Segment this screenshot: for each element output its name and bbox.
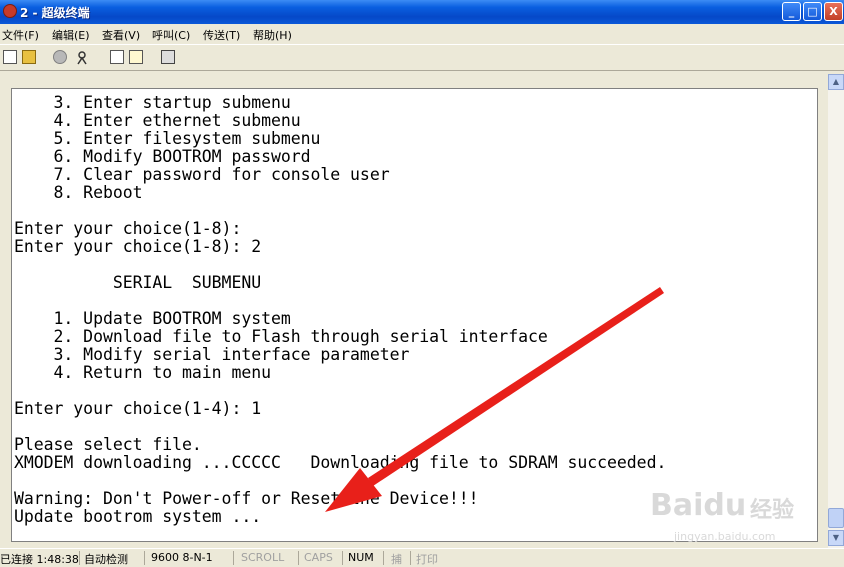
status-divider: [233, 551, 234, 565]
status-divider: [144, 551, 145, 565]
status-divider: [383, 551, 384, 565]
status-params: 9600 8-N-1: [151, 551, 213, 564]
status-divider: [342, 551, 343, 565]
status-num: NUM: [348, 551, 374, 564]
status-caps: CAPS: [304, 551, 333, 564]
status-divider: [79, 551, 80, 565]
status-autodetect: 自动检测: [84, 553, 128, 566]
status-capture: 捕: [391, 553, 402, 566]
status-divider: [410, 551, 411, 565]
status-divider: [298, 551, 299, 565]
red-annotation-arrow: [325, 287, 664, 512]
status-connected-time: 已连接 1:48:38: [0, 553, 79, 566]
status-bar: 已连接 1:48:38 自动检测 9600 8-N-1 SCROLL CAPS …: [0, 548, 844, 567]
status-print: 打印: [416, 553, 438, 566]
arrow-shaft: [368, 287, 664, 486]
status-scroll: SCROLL: [241, 551, 285, 564]
